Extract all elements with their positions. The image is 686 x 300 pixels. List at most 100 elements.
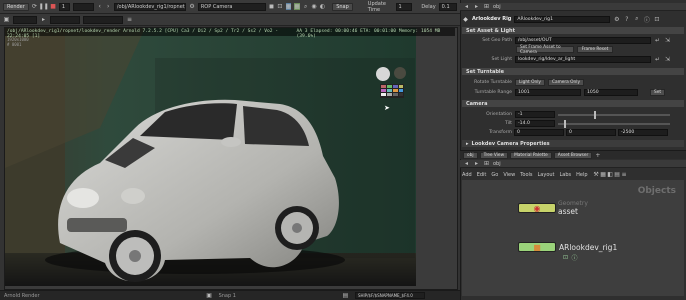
- orientation-field[interactable]: -1: [515, 111, 555, 118]
- render-view-toolbar: Render ⟳ ❚❚ ■ 1 ‹ › /obj/ARlookdev_rig1/…: [0, 0, 460, 14]
- node-asset-body[interactable]: ◉: [518, 203, 556, 213]
- lock-icon[interactable]: ⊡: [562, 254, 569, 261]
- menu-help[interactable]: Help: [576, 172, 587, 178]
- section-lookdev-camera-label: Lookdev Camera Properties: [471, 140, 550, 147]
- render-menu-button[interactable]: Render: [3, 2, 29, 11]
- play-icon[interactable]: ▸: [40, 16, 47, 23]
- chevron-right-icon[interactable]: ›: [105, 3, 110, 10]
- network-icon[interactable]: ⊞: [483, 160, 490, 167]
- delay-field[interactable]: 0.1: [438, 2, 458, 11]
- arrow-right-icon[interactable]: ▸: [473, 160, 480, 167]
- tilt-field[interactable]: -14.0: [515, 120, 555, 127]
- node-chooser-icon[interactable]: ↵: [654, 56, 661, 63]
- section-turntable[interactable]: Set Turntable: [462, 68, 684, 75]
- orientation-slider-handle[interactable]: [594, 110, 596, 119]
- chevron-left-icon[interactable]: ‹: [97, 3, 102, 10]
- list-icon[interactable]: ≡: [621, 171, 628, 178]
- gear-icon[interactable]: ⚙: [613, 16, 620, 23]
- palette-icon[interactable]: ◧: [607, 171, 614, 178]
- transform-y-field[interactable]: 0: [566, 129, 616, 136]
- jump-icon[interactable]: ⇲: [664, 37, 671, 44]
- transform-z-field[interactable]: -2500: [618, 129, 668, 136]
- magnify-icon[interactable]: ⌕: [303, 3, 308, 10]
- add-tab-icon[interactable]: +: [594, 152, 601, 159]
- set-light-field[interactable]: lookdev_rig/ldev_ar_light: [515, 56, 651, 63]
- color-icon[interactable]: ◉: [311, 3, 316, 10]
- menu-layout[interactable]: Layout: [538, 172, 555, 178]
- network-canvas[interactable]: Objects ◉ Geometry asset ■ ARlookdev_rig…: [462, 180, 684, 296]
- camera-icon[interactable]: ◼: [269, 3, 274, 10]
- camera-selector[interactable]: ROP Camera: [197, 2, 266, 11]
- menu-edit[interactable]: Edit: [477, 172, 487, 178]
- network-path-label[interactable]: obj: [493, 161, 501, 167]
- exposure-field[interactable]: [83, 15, 123, 24]
- aov-selector[interactable]: [72, 2, 95, 11]
- tab-tree-view[interactable]: Tree View: [479, 151, 509, 159]
- turntable-start-field[interactable]: 1001: [515, 89, 581, 96]
- grid-icon[interactable]: ▦: [600, 171, 607, 178]
- camera-only-button[interactable]: Camera Only: [547, 79, 585, 86]
- menu-tools[interactable]: Tools: [520, 172, 532, 178]
- orientation-label: Orientation: [486, 112, 512, 117]
- transform-label: Transform: [489, 130, 512, 135]
- rotate-turntable-label: Rotate Turntable: [474, 80, 512, 85]
- arrow-left-icon[interactable]: ◂: [463, 3, 470, 10]
- tab-obj[interactable]: obj: [493, 4, 501, 10]
- info-icon[interactable]: ⓘ: [571, 254, 578, 262]
- frame-field[interactable]: 1: [58, 2, 70, 11]
- menu-go[interactable]: Go: [491, 172, 498, 178]
- menu-add[interactable]: Add: [462, 172, 472, 178]
- section-asset-light[interactable]: Set Asset & Light: [462, 27, 684, 34]
- light-only-button[interactable]: Light Only: [515, 79, 545, 86]
- arrow-left-icon[interactable]: ◂: [463, 160, 470, 167]
- rop-path-field[interactable]: /obj/ARlookdev_rig1/ropnet/lookdev_rende…: [113, 2, 187, 11]
- set-frame-asset-button[interactable]: Set Frame Asset to Camera: [516, 45, 574, 55]
- node-chooser-icon[interactable]: ↵: [654, 37, 661, 44]
- node-arlookdev-body[interactable]: ■: [518, 242, 556, 252]
- options-icon[interactable]: ≡: [126, 16, 133, 23]
- stop-icon[interactable]: ■: [50, 3, 56, 10]
- update-time-field[interactable]: 1: [395, 2, 413, 11]
- arrow-right-icon[interactable]: ▸: [473, 3, 480, 10]
- channel-selector[interactable]: [13, 15, 37, 24]
- sticky-note-icon[interactable]: ▤: [614, 171, 621, 178]
- display-selector[interactable]: [50, 15, 80, 24]
- orientation-slider[interactable]: [558, 110, 670, 119]
- network-icon[interactable]: ⊞: [483, 3, 490, 10]
- set-geo-path-field[interactable]: /obj/asset/OUT: [515, 37, 651, 44]
- tilt-slider[interactable]: [558, 119, 670, 128]
- gear-icon[interactable]: ⚙: [189, 3, 194, 10]
- menu-labs[interactable]: Labs: [560, 172, 572, 178]
- transform-x-field[interactable]: 0: [514, 129, 564, 136]
- node-arlookdev-rig1[interactable]: ■ ARlookdev_rig1: [518, 242, 617, 252]
- jump-icon[interactable]: ⇲: [664, 56, 671, 63]
- turntable-set-button[interactable]: Set: [650, 89, 666, 96]
- color-picker-icon[interactable]: ◐: [320, 3, 325, 10]
- snapshot-icon[interactable]: ▣: [206, 292, 213, 299]
- frame-reset-button[interactable]: Frame Reset: [577, 46, 613, 53]
- pin-icon[interactable]: ⊡: [653, 16, 660, 23]
- search-icon[interactable]: ⌕: [633, 15, 640, 23]
- grid-icon[interactable]: ▦: [285, 3, 292, 10]
- wrench-icon[interactable]: ⚒: [593, 171, 600, 178]
- pause-icon[interactable]: ❚❚: [39, 3, 49, 10]
- checker-icon[interactable]: ▦: [294, 3, 300, 10]
- node-asset[interactable]: ◉ Geometry asset: [518, 200, 588, 216]
- tab-network-obj[interactable]: obj: [463, 151, 478, 159]
- section-lookdev-camera[interactable]: ▸ Lookdev Camera Properties: [462, 140, 684, 147]
- info-icon[interactable]: ⓘ: [643, 16, 650, 24]
- lock-icon[interactable]: ⊡: [277, 3, 282, 10]
- tab-material-palette[interactable]: Material Palette: [510, 151, 552, 159]
- save-icon[interactable]: ▣: [3, 16, 10, 23]
- turntable-end-field[interactable]: 1050: [584, 89, 638, 96]
- snapshot-path-field[interactable]: SHIP/$F/$SNAPNAME_$F4.0: [354, 292, 425, 299]
- help-icon[interactable]: ?: [623, 16, 630, 23]
- section-camera[interactable]: Camera: [462, 100, 684, 107]
- refresh-icon[interactable]: ⟳: [32, 3, 37, 10]
- menu-view[interactable]: View: [503, 172, 515, 178]
- snap-button[interactable]: Snap: [332, 2, 353, 11]
- node-name-field[interactable]: ARlookdev_rig1: [514, 15, 611, 23]
- image-icon[interactable]: ▤: [342, 292, 349, 299]
- tab-asset-browser[interactable]: Asset Browser: [553, 151, 593, 159]
- tilt-slider-handle[interactable]: [564, 119, 566, 128]
